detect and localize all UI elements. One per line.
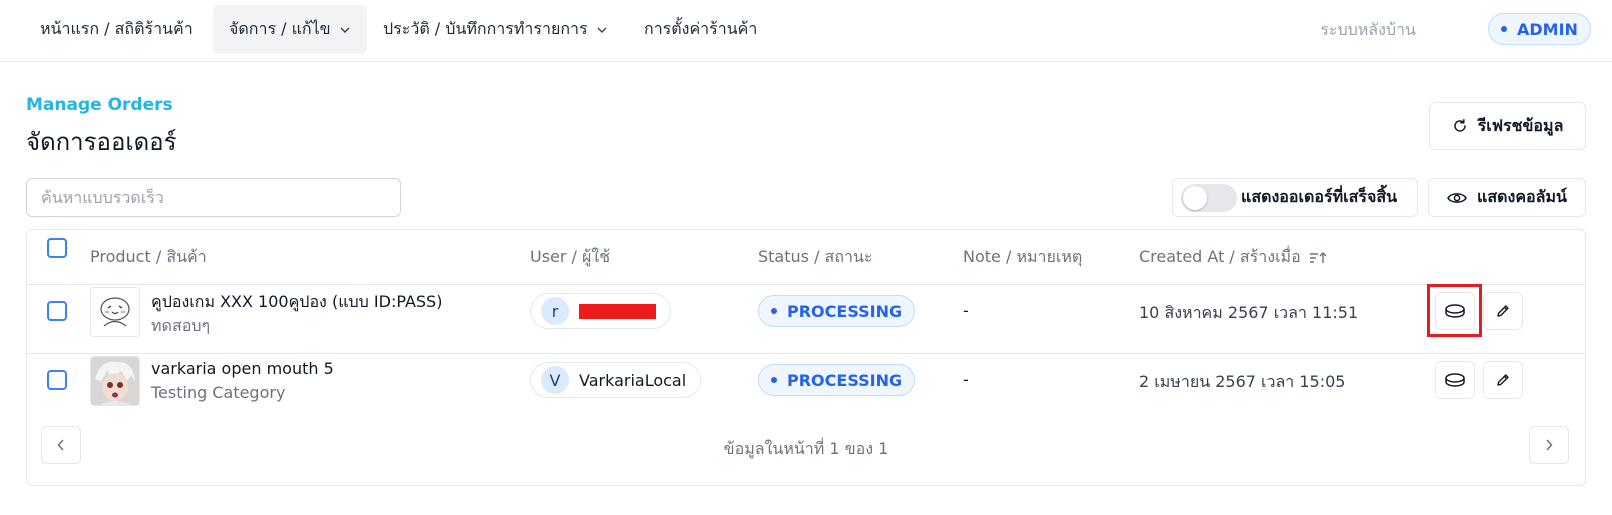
coin-action-button[interactable] [1435, 361, 1475, 399]
nav-item-label: การตั้งค่าร้านค้า [644, 19, 758, 38]
chevron-right-icon [1546, 439, 1553, 451]
chevron-down-icon [597, 27, 607, 33]
nav-item-manage[interactable]: จัดการ / แก้ไข [213, 5, 367, 54]
nav-item-home-stats[interactable]: หน้าแรก / สถิติร้านค้า [24, 5, 209, 54]
row-divider [27, 353, 1585, 354]
pencil-icon [1497, 305, 1509, 317]
user-chip[interactable]: r [530, 293, 671, 329]
eye-icon [1447, 192, 1467, 203]
show-columns-button[interactable]: แสดงคอลัมน์ [1428, 178, 1586, 217]
user-name: VarkariaLocal [579, 370, 687, 390]
column-header-created[interactable]: Created At / สร้างเมื่อ [1139, 230, 1327, 285]
chevron-down-icon [340, 27, 350, 33]
row-checkbox[interactable] [47, 301, 67, 321]
product-name: คูปองเกม XXX 100คูปอง (แบบ ID:PASS) [151, 292, 443, 311]
page-title: จัดการออเดอร์ [26, 128, 177, 156]
orders-table: Product / สินค้า User / ผู้ใช้ Status / … [26, 229, 1586, 486]
column-header-status[interactable]: Status / สถานะ [758, 230, 873, 285]
top-navigation: หน้าแรก / สถิติร้านค้า จัดการ / แก้ไข ปร… [0, 0, 1612, 62]
row-divider [27, 284, 1585, 285]
toggle-switch[interactable] [1181, 183, 1237, 212]
avatar: r [541, 297, 569, 325]
nav-item-label: ประวัติ / บันทึกการทำรายการ [383, 19, 588, 38]
coin-stack-icon [1445, 304, 1465, 318]
created-at: 10 สิงหาคม 2567 เวลา 11:51 [1139, 303, 1359, 322]
next-page-button[interactable] [1529, 426, 1569, 464]
coupon-mascot-image [91, 288, 139, 336]
status-dot-icon [1501, 26, 1507, 32]
status-badge-label: PROCESSING [787, 370, 903, 390]
column-header-product[interactable]: Product / สินค้า [90, 230, 207, 285]
order-note: - [963, 370, 969, 389]
redacted-username [579, 303, 656, 319]
sort-ascending-icon[interactable] [1309, 251, 1327, 265]
coin-action-button[interactable] [1435, 292, 1475, 330]
product-name: varkaria open mouth 5 [151, 359, 334, 378]
pagination-summary: ข้อมูลในหน้าที่ 1 ของ 1 [723, 439, 889, 458]
backend-label: ระบบหลังบ้าน [1320, 20, 1416, 39]
product-thumbnail [90, 356, 140, 406]
status-badge-label: PROCESSING [787, 301, 903, 321]
edit-button[interactable] [1483, 292, 1523, 330]
row-checkbox[interactable] [47, 370, 67, 390]
product-category: ทดสอบๆ [151, 316, 211, 335]
edit-button[interactable] [1483, 361, 1523, 399]
show-columns-label: แสดงคอลัมน์ [1477, 187, 1567, 206]
character-photo-image [91, 357, 139, 405]
toggle-knob [1183, 185, 1207, 210]
status-dot-icon [771, 308, 777, 314]
refresh-icon [1453, 119, 1466, 132]
pencil-icon [1497, 374, 1509, 386]
user-chip[interactable]: V VarkariaLocal [530, 362, 702, 398]
refresh-button-label: รีเฟรชข้อมูล [1477, 115, 1564, 135]
show-completed-label: แสดงออเดอร์ที่เสร็จสิ้น [1241, 187, 1398, 206]
nav-item-shop-settings[interactable]: การตั้งค่าร้านค้า [628, 5, 773, 54]
refresh-button[interactable]: รีเฟรชข้อมูล [1429, 102, 1586, 150]
nav-item-label: จัดการ / แก้ไข [229, 19, 331, 38]
avatar: V [541, 366, 569, 394]
search-input[interactable] [26, 178, 401, 217]
column-header-note[interactable]: Note / หมายเหตุ [963, 230, 1082, 285]
column-header-created-label: Created At / สร้างเมื่อ [1139, 247, 1301, 266]
created-at: 2 เมษายน 2567 เวลา 15:05 [1139, 372, 1346, 391]
show-completed-toggle[interactable]: แสดงออเดอร์ที่เสร็จสิ้น [1172, 178, 1418, 217]
order-note: - [963, 301, 969, 320]
nav-item-label: หน้าแรก / สถิติร้านค้า [40, 19, 193, 38]
role-badge-label: ADMIN [1517, 19, 1578, 39]
select-all-checkbox[interactable] [47, 238, 67, 258]
page-subtitle: Manage Orders [26, 95, 173, 115]
status-badge: PROCESSING [758, 364, 916, 396]
product-category: Testing Category [151, 383, 286, 402]
role-badge: ADMIN [1488, 13, 1591, 45]
column-header-user[interactable]: User / ผู้ใช้ [530, 230, 610, 285]
status-dot-icon [771, 377, 777, 383]
product-thumbnail [90, 287, 140, 337]
status-badge: PROCESSING [758, 295, 916, 327]
coin-stack-icon [1445, 373, 1465, 387]
nav-item-history[interactable]: ประวัติ / บันทึกการทำรายการ [367, 5, 624, 54]
